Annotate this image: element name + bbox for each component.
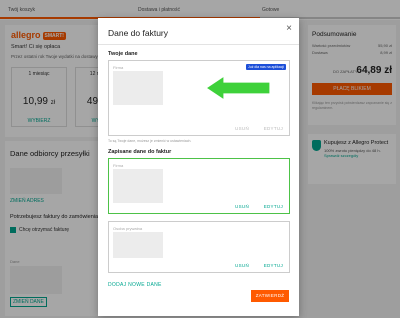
entry-label: Osoba prywatna (113, 226, 143, 231)
your-data-hint: To są Twoje dane, możesz je zmienić w us… (108, 139, 192, 143)
confirm-button[interactable]: ZATWIERDŹ (251, 290, 289, 302)
edit-button[interactable]: EDYTUJ (264, 263, 283, 268)
entry-details-placeholder (113, 71, 163, 105)
delete-button[interactable]: USUŃ (235, 126, 249, 131)
modal-header-divider (98, 44, 299, 45)
add-new-data-link[interactable]: DODAJ NOWE DANE (108, 282, 162, 288)
arrow-left-icon (204, 75, 271, 101)
close-icon[interactable]: × (286, 23, 292, 34)
invoice-data-modal: Dane do faktury × Twoje dane Firma Już d… (98, 18, 299, 316)
entry-label: Firma (113, 163, 124, 168)
your-data-entry[interactable]: Firma Już dla nas na aplikacji USUŃ EDYT… (108, 60, 290, 136)
modal-title: Dane do faktury (108, 28, 169, 38)
edit-button[interactable]: EDYTUJ (264, 126, 283, 131)
saved-entry-private[interactable]: Osoba prywatna USUŃ EDYTUJ (108, 221, 290, 273)
edit-button[interactable]: EDYTUJ (264, 204, 283, 209)
entry-details-placeholder (113, 169, 163, 203)
delete-button[interactable]: USUŃ (235, 263, 249, 268)
saved-entry-company[interactable]: Firma USUŃ EDYTUJ (108, 158, 290, 214)
app-badge: Już dla nas na aplikacji (246, 64, 286, 70)
entry-label: Firma (113, 65, 124, 70)
saved-data-title: Zapisane dane do faktur (108, 149, 172, 155)
entry-details-placeholder (113, 232, 163, 258)
delete-button[interactable]: USUŃ (235, 204, 249, 209)
your-data-title: Twoje dane (108, 51, 138, 57)
